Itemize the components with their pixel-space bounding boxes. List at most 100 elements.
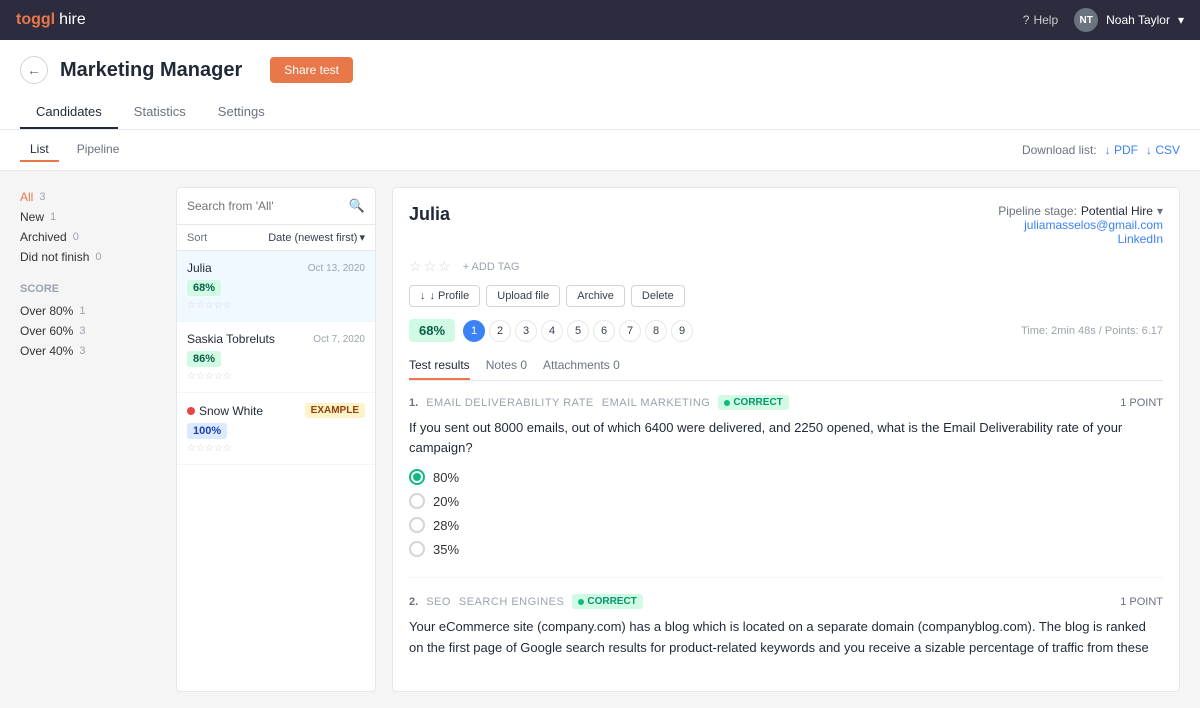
answer-2-value: 20%	[433, 494, 459, 509]
filter-archived[interactable]: Archived 0	[20, 227, 160, 247]
help-button[interactable]: ? Help	[1023, 13, 1058, 27]
page-num-6[interactable]: 6	[593, 320, 615, 342]
detail-email[interactable]: juliamasselos@gmail.com	[998, 218, 1163, 232]
logo: toggl hire	[16, 11, 86, 29]
avatar: NT	[1074, 8, 1098, 32]
big-score-badge: 68%	[409, 319, 455, 342]
filter-over-80-label: Over 80%	[20, 304, 73, 318]
candidate-item-saskia[interactable]: Saskia Tobreluts Oct 7, 2020 86% ☆☆☆☆☆	[177, 322, 375, 393]
filter-new[interactable]: New 1	[20, 207, 160, 227]
profile-button[interactable]: ↓ ↓ Profile	[409, 285, 480, 307]
star-rating: ☆☆☆☆☆	[187, 443, 365, 454]
page-num-1[interactable]: 1	[463, 320, 485, 342]
filter-did-not-finish[interactable]: Did not finish 0	[20, 247, 160, 267]
profile-label: ↓ Profile	[430, 290, 470, 302]
question-2-topic: SEO	[426, 596, 451, 608]
detail-tab-attachments[interactable]: Attachments 0	[543, 352, 620, 380]
question-2-text: Your eCommerce site (company.com) has a …	[409, 617, 1163, 659]
archive-label: Archive	[577, 290, 614, 302]
search-input[interactable]	[187, 199, 343, 213]
filter-all-count: 3	[39, 191, 45, 203]
detail-linkedin[interactable]: LinkedIn	[998, 232, 1163, 246]
upload-label: Upload file	[497, 290, 549, 302]
question-2-meta: 2. SEO SEARCH ENGINES CORRECT 1 POINT	[409, 594, 1163, 609]
candidate-item-julia[interactable]: Julia Oct 13, 2020 68% ☆☆☆☆☆	[177, 251, 375, 322]
search-icon: 🔍	[349, 198, 365, 214]
view-tab-pipeline[interactable]: Pipeline	[67, 138, 130, 162]
filter-all-label: All	[20, 190, 33, 204]
archive-button[interactable]: Archive	[566, 285, 625, 307]
score-filter-title: SCORE	[20, 283, 160, 295]
delete-button[interactable]: Delete	[631, 285, 685, 307]
csv-download-link[interactable]: ↓ CSV	[1146, 143, 1180, 157]
back-button[interactable]: ←	[20, 56, 48, 84]
filter-archived-label: Archived	[20, 230, 67, 244]
tag-stars: ☆ ☆ ☆	[409, 258, 451, 275]
page-num-3[interactable]: 3	[515, 320, 537, 342]
star-rating: ☆☆☆☆☆	[187, 300, 365, 311]
correct-dot-icon	[724, 400, 730, 406]
radio-unselected-icon	[409, 517, 425, 533]
score-badge: 100%	[187, 423, 227, 439]
page-num-7[interactable]: 7	[619, 320, 641, 342]
chevron-down-icon: ▾	[359, 231, 365, 244]
question-1-points: 1 POINT	[1120, 397, 1163, 409]
tab-statistics[interactable]: Statistics	[118, 96, 202, 129]
question-1-subject: EMAIL MARKETING	[602, 397, 711, 409]
view-tab-list[interactable]: List	[20, 138, 59, 162]
user-menu[interactable]: NT Noah Taylor ▾	[1074, 8, 1184, 32]
answer-option-1: 80%	[409, 469, 1163, 485]
filter-over-80[interactable]: Over 80% 1	[20, 301, 160, 321]
score-badge: 86%	[187, 351, 221, 367]
pdf-download-link[interactable]: ↓ PDF	[1105, 143, 1138, 157]
filter-over-60-count: 3	[79, 325, 85, 337]
score-row: 68% 1 2 3 4 5 6 7 8 9 Time: 2min 48s / P…	[409, 319, 1163, 342]
correct-dot-icon	[578, 599, 584, 605]
page-num-5[interactable]: 5	[567, 320, 589, 342]
sort-dropdown[interactable]: Date (newest first) ▾	[268, 231, 365, 244]
user-name: Noah Taylor	[1106, 13, 1170, 27]
page-num-4[interactable]: 4	[541, 320, 563, 342]
sort-label: Sort	[187, 232, 207, 244]
filter-new-count: 1	[50, 211, 56, 223]
detail-tab-notes[interactable]: Notes 0	[486, 352, 527, 380]
filter-over-40[interactable]: Over 40% 3	[20, 341, 160, 361]
filter-over-60[interactable]: Over 60% 3	[20, 321, 160, 341]
view-tabs: List Pipeline	[20, 138, 129, 162]
page-num-9[interactable]: 9	[671, 320, 693, 342]
page-num-2[interactable]: 2	[489, 320, 511, 342]
help-circle-icon: ?	[1023, 13, 1030, 27]
filter-over-80-count: 1	[79, 305, 85, 317]
tab-candidates[interactable]: Candidates	[20, 96, 118, 129]
search-bar: 🔍	[177, 188, 375, 225]
detail-tabs: Test results Notes 0 Attachments 0	[409, 352, 1163, 381]
pipeline-value: Potential Hire	[1081, 204, 1153, 218]
upload-file-button[interactable]: Upload file	[486, 285, 560, 307]
pipeline-stage-selector[interactable]: Pipeline stage: Potential Hire ▾	[998, 204, 1163, 218]
star-icon: ☆	[424, 258, 437, 275]
answer-option-4: 35%	[409, 541, 1163, 557]
candidate-name: Saskia Tobreluts	[187, 332, 275, 346]
question-1-num: 1.	[409, 397, 418, 409]
detail-actions: ↓ ↓ Profile Upload file Archive Delete	[409, 285, 1163, 307]
help-label: Help	[1033, 13, 1058, 27]
share-test-button[interactable]: Share test	[270, 57, 353, 83]
question-1-text: If you sent out 8000 emails, out of whic…	[409, 418, 1163, 457]
add-tag-button[interactable]: + ADD TAG	[463, 261, 520, 273]
hire-text: hire	[59, 11, 86, 29]
page-num-8[interactable]: 8	[645, 320, 667, 342]
correct-label-2: CORRECT	[587, 596, 636, 607]
tab-settings[interactable]: Settings	[202, 96, 281, 129]
question-2-subject: SEARCH ENGINES	[459, 596, 564, 608]
filter-all[interactable]: All 3	[20, 187, 160, 207]
candidate-item-snow-white[interactable]: Snow White EXAMPLE 100% ☆☆☆☆☆	[177, 393, 375, 465]
star-icon: ☆	[409, 258, 422, 275]
toggl-text: toggl	[16, 11, 55, 29]
question-1-topic: EMAIL DELIVERABILITY RATE	[426, 397, 594, 409]
time-points: Time: 2min 48s / Points: 6.17	[1021, 325, 1163, 337]
detail-header: Julia Pipeline stage: Potential Hire ▾ j…	[409, 204, 1163, 246]
detail-tab-test-results[interactable]: Test results	[409, 352, 470, 380]
download-label: Download list:	[1022, 143, 1097, 157]
radio-unselected-icon	[409, 493, 425, 509]
page-header: ← Marketing Manager Share test Candidate…	[0, 40, 1200, 130]
